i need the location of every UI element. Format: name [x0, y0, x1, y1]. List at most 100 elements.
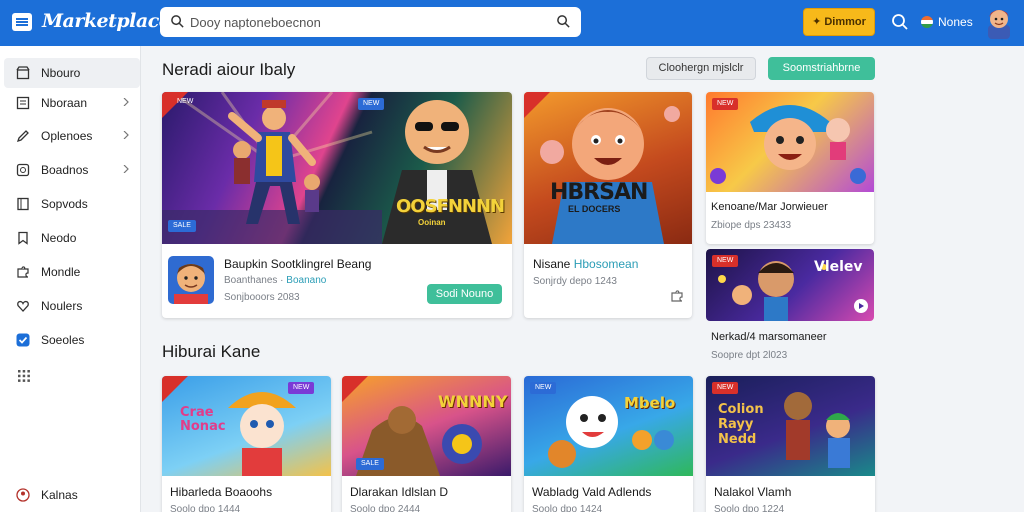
- sidebar-item-boadnos[interactable]: Boadnos: [4, 155, 140, 185]
- hero-illustration: [162, 92, 492, 244]
- card-genre[interactable]: Boanano: [286, 275, 326, 286]
- app-logo[interactable]: Marketplace: [42, 10, 171, 32]
- new-badge: NEW: [358, 98, 385, 110]
- sidebar-item-neodo[interactable]: Neodo: [4, 223, 140, 253]
- sale-badge: SALE: [356, 458, 384, 470]
- game-art-title: WNNNY: [438, 392, 508, 411]
- card-title-prefix: Nisane: [533, 257, 571, 271]
- card-meta: Soolo dpo 2444: [350, 504, 421, 512]
- apps-grid-icon[interactable]: [17, 369, 31, 383]
- game-card[interactable]: NEW Crae Nonac Hibarleda Boaoohs Soolo d…: [162, 376, 331, 512]
- card-title: Kenoane/Mar Jorwieuer: [711, 201, 828, 213]
- chevron-right-icon: [123, 165, 129, 173]
- sidebar-item-label: Boadnos: [41, 163, 89, 177]
- card-meta: Soolo dpo 1444: [170, 504, 241, 512]
- card-meta: Soolo dpo 1424: [532, 504, 603, 512]
- game-card[interactable]: NEW Mbelo Wabladg Vald Adlends Soolo dpo…: [524, 376, 693, 512]
- sidebar-item-label: Sopvods: [41, 197, 88, 211]
- puzzle-icon: [17, 266, 29, 278]
- card-title: Nisane Hbosomean: [533, 257, 638, 271]
- game-card-art: HBRSAN EL DOCERS: [524, 92, 692, 244]
- game-card[interactable]: NEW Vlelev Nerkad/4 marsomaneer Soopre d…: [706, 249, 874, 369]
- sidebar-footer-label: Kalnas: [41, 488, 78, 502]
- hero-art-subtitle: Ooinan: [418, 218, 446, 227]
- sidebar-item-nboraan[interactable]: Nboraan: [4, 88, 140, 118]
- sidebar-item-label: Oplenoes: [41, 129, 93, 143]
- pencil-icon: [16, 130, 29, 143]
- hero-art-title: OOSFNNNN: [396, 196, 505, 217]
- sale-badge: SALE: [168, 220, 196, 232]
- game-card-art: SALE WNNNY: [342, 376, 511, 476]
- section-title-popular: Hiburai Kane: [162, 342, 261, 361]
- card-title-highlight[interactable]: Hbosomean: [574, 257, 639, 271]
- game-card[interactable]: NEW Kenoane/Mar Jorwieuer Zbiope dps 234…: [706, 92, 874, 244]
- hero-card-art: NEW NEW SALE OOSFNNNN Ooinan: [162, 92, 512, 244]
- box-icon: [16, 163, 30, 177]
- store-icon: [16, 66, 30, 80]
- flag-icon[interactable]: [921, 16, 933, 28]
- secondary-action-button[interactable]: Cloohergn mjslclr: [646, 57, 756, 80]
- card-title: Nerkad/4 marsomaneer: [711, 331, 827, 343]
- sidebar-item-noulers[interactable]: Noulers: [4, 291, 140, 321]
- card-meta: Zbiope dps 23433: [711, 220, 792, 231]
- chevron-right-icon: [123, 98, 129, 106]
- new-badge: NEW: [530, 382, 557, 394]
- sidebar-item-label: Soeoles: [41, 333, 85, 347]
- new-badge: NEW: [177, 98, 194, 105]
- ribbon-icon: [342, 376, 368, 402]
- ribbon-icon: [524, 92, 550, 118]
- book-icon: [17, 197, 29, 211]
- avatar[interactable]: [985, 5, 1013, 39]
- bookmark-icon: [18, 231, 28, 245]
- card-meta: Sonjrdy depo 1243: [533, 276, 617, 287]
- search-input[interactable]: [190, 12, 550, 32]
- game-card-art: NEW Crae Nonac: [162, 376, 331, 476]
- new-badge: NEW: [712, 98, 739, 110]
- primary-action-button[interactable]: Soomstriahbrne: [768, 57, 875, 80]
- section-title-featured: Neradi aiour Ibaly: [162, 60, 296, 79]
- sidebar: Nbouro Nboraan Oplenoes Boadnos Sopvods …: [0, 46, 141, 512]
- new-badge: NEW: [288, 382, 315, 394]
- game-art-title: HBRSAN: [550, 180, 648, 205]
- game-card-art: NEW: [706, 92, 874, 192]
- game-card-art: NEW Mbelo: [524, 376, 693, 476]
- game-art-subtitle: EL DOCERS: [568, 204, 621, 214]
- card-title: Nalakol Vlamh: [714, 485, 792, 499]
- search-icon: [171, 15, 184, 28]
- card-title: Baupkin Sootklingrel Beang: [224, 257, 372, 271]
- card-title: Wabladg Vald Adlends: [532, 485, 652, 499]
- check-icon: [16, 333, 30, 347]
- play-icon[interactable]: [854, 299, 868, 313]
- card-meta: Soopre dpt 2l023: [711, 350, 788, 361]
- puzzle-icon[interactable]: [670, 289, 684, 303]
- promo-label: Dimmor: [824, 16, 866, 28]
- sidebar-item-soeoles[interactable]: Soeoles: [4, 325, 140, 355]
- card-title: Hibarleda Boaoohs: [170, 485, 273, 499]
- card-title: Dlarakan Idlslan D: [350, 485, 449, 499]
- search-bar[interactable]: [160, 7, 581, 37]
- search-submit-icon[interactable]: [556, 14, 571, 29]
- ribbon-icon: [162, 376, 188, 402]
- card-meta: Sonjbooors 2083: [224, 292, 300, 303]
- game-card-art: NEW Vlelev: [706, 249, 874, 321]
- user-icon: [16, 488, 30, 502]
- get-game-button[interactable]: Sodi Nouno: [427, 284, 502, 304]
- sidebar-item-mondle[interactable]: Mondle: [4, 257, 140, 287]
- top-bar: Marketplace ✦ Dimmor Nones: [0, 0, 1024, 46]
- sidebar-item-sopvods[interactable]: Sopvods: [4, 189, 140, 219]
- sidebar-item-label: Nbouro: [41, 66, 81, 80]
- game-card[interactable]: SALE WNNNY Dlarakan Idlslan D Soolo dpo …: [342, 376, 511, 512]
- game-card[interactable]: NEW Colion Rayy Nedd Nalakol Vlamh Soolo…: [706, 376, 875, 512]
- sidebar-footer-item[interactable]: Kalnas: [4, 480, 140, 510]
- hero-game-card[interactable]: NEW NEW SALE OOSFNNNN Ooinan Baupkin Soo…: [162, 92, 512, 318]
- game-art-title: Mbelo: [624, 394, 676, 412]
- sidebar-item-oplenoes[interactable]: Oplenoes: [4, 121, 140, 151]
- search-icon[interactable]: [891, 13, 909, 31]
- sidebar-item-nbouro[interactable]: Nbouro: [4, 58, 140, 88]
- game-card[interactable]: HBRSAN EL DOCERS Nisane Hbosomean Sonjrd…: [524, 92, 692, 318]
- promo-button[interactable]: ✦ Dimmor: [803, 8, 875, 36]
- language-label[interactable]: Nones: [938, 15, 973, 29]
- card-publisher: Boanthanes ·: [224, 275, 284, 286]
- menu-icon[interactable]: [12, 13, 32, 31]
- card-subtitle: Boanthanes · Boanano: [224, 275, 326, 286]
